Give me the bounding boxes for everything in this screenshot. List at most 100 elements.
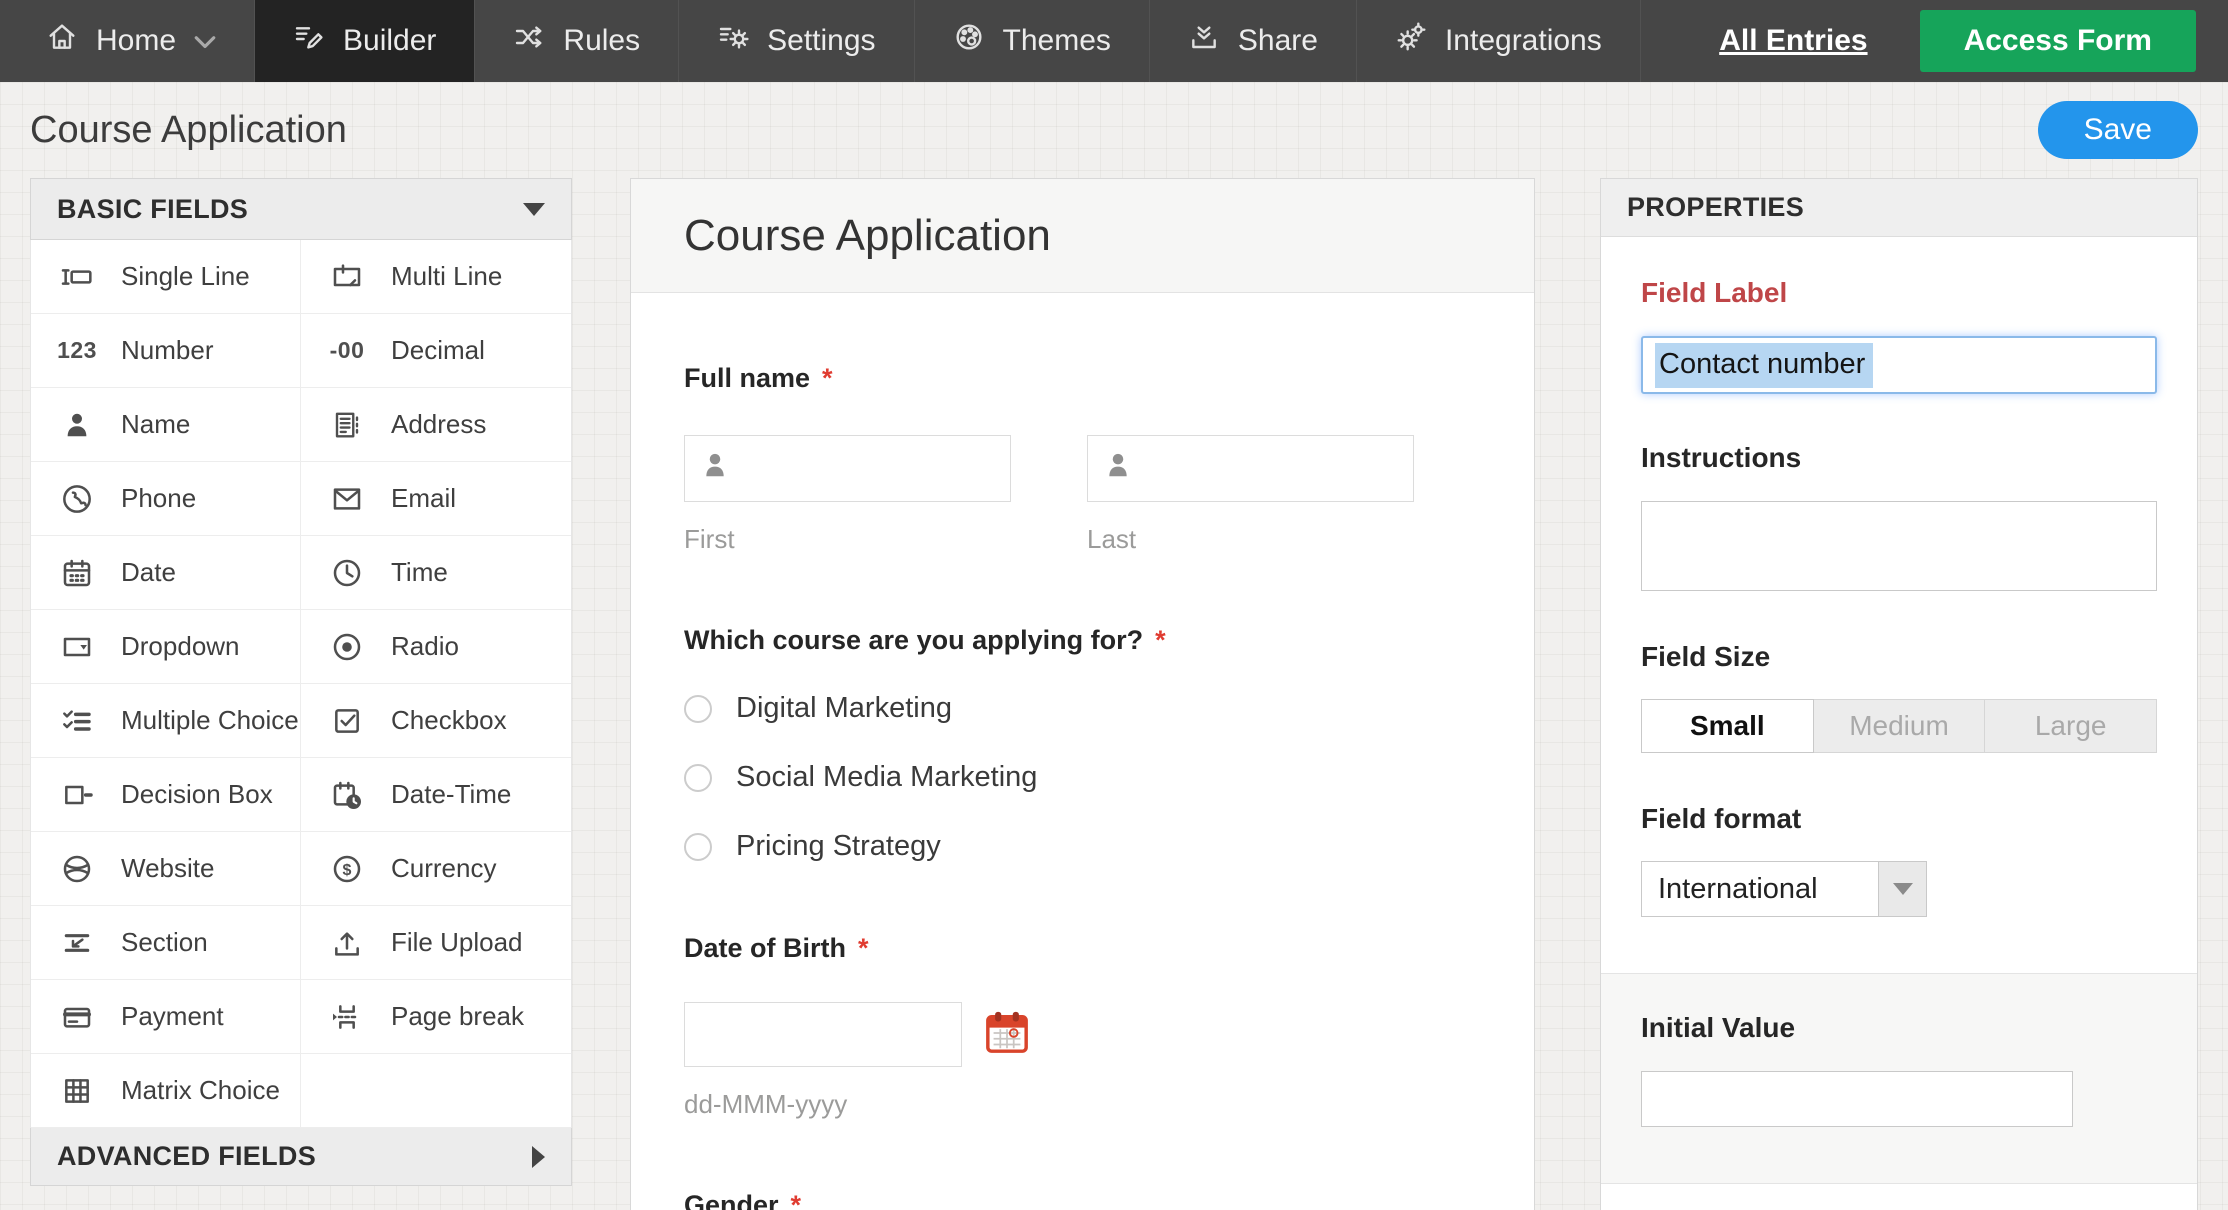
field-label: File Upload xyxy=(391,927,523,957)
course-option-digital-marketing[interactable]: Digital Marketing xyxy=(684,692,1481,725)
field-label: Decimal xyxy=(391,335,485,365)
field-label: Section xyxy=(121,927,208,957)
field-size-small[interactable]: Small xyxy=(1641,699,1814,753)
nav-item-themes[interactable]: Themes xyxy=(915,0,1150,82)
date-time-icon xyxy=(327,779,367,811)
field-label: Date-Time xyxy=(391,779,512,809)
person-icon xyxy=(1104,450,1132,487)
gender-field[interactable]: Gender* Male Female xyxy=(684,1190,1481,1210)
field-time[interactable]: Time xyxy=(301,536,571,610)
field-phone[interactable]: Phone xyxy=(31,462,301,536)
dob-field[interactable]: Date of Birth * dd-MMM-yyyy xyxy=(684,933,1481,1120)
all-entries-link[interactable]: All Entries xyxy=(1719,24,1867,58)
nav-item-share[interactable]: Share xyxy=(1150,0,1357,82)
required-asterisk: * xyxy=(822,363,833,393)
field-label-input[interactable]: Contact number xyxy=(1641,336,2157,394)
share-icon xyxy=(1188,21,1220,61)
nav-item-builder[interactable]: Builder xyxy=(255,0,476,82)
field-date-time[interactable]: Date-Time xyxy=(301,758,571,832)
field-label: Address xyxy=(391,409,487,439)
field-file-upload[interactable]: File Upload xyxy=(301,906,571,980)
field-label: Payment xyxy=(121,1001,224,1031)
field-address[interactable]: Address xyxy=(301,388,571,462)
multiple-choice-icon xyxy=(57,705,97,737)
field-size-label: Field Size xyxy=(1641,641,1771,672)
option-label: Social Media Marketing xyxy=(736,761,1038,793)
field-size-large[interactable]: Large xyxy=(1985,699,2158,753)
required-asterisk: * xyxy=(858,933,869,963)
field-label: Name xyxy=(121,409,191,439)
field-label: Decision Box xyxy=(121,779,273,809)
radio-icon[interactable] xyxy=(684,694,712,723)
initial-value-input[interactable] xyxy=(1641,1071,2073,1127)
validation-section: Validation ✓ Mandatory No Duplicates xyxy=(1601,1184,2197,1210)
nav-item-home[interactable]: Home xyxy=(0,0,256,82)
field-decision-box[interactable]: Decision Box xyxy=(31,758,301,832)
field-website[interactable]: Website xyxy=(31,832,301,906)
field-label: Single Line xyxy=(121,261,250,291)
course-option-pricing-strategy[interactable]: Pricing Strategy xyxy=(684,830,1481,863)
field-size-medium[interactable]: Medium xyxy=(1813,699,1986,753)
select-arrow-button[interactable] xyxy=(1879,861,1927,917)
nav-item-label: Settings xyxy=(767,24,876,57)
field-label: Multi Line xyxy=(391,261,503,291)
field-section[interactable]: Section xyxy=(31,906,301,980)
field-multiple-choice[interactable]: Multiple Choice xyxy=(31,684,301,758)
field-format-select[interactable]: International xyxy=(1641,861,2157,917)
access-form-button[interactable]: Access Form xyxy=(1919,10,2196,72)
basic-fields-header[interactable]: BASIC FIELDS xyxy=(30,178,572,240)
field-date[interactable]: Date xyxy=(31,536,301,610)
radio-icon[interactable] xyxy=(684,763,712,792)
save-button[interactable]: Save xyxy=(2037,101,2198,159)
date-icon xyxy=(57,557,97,589)
settings-icon xyxy=(717,21,749,61)
name-icon xyxy=(57,410,97,440)
currency-icon: $ xyxy=(327,853,367,885)
first-name-col: First xyxy=(684,435,1011,555)
field-format-label: Field format xyxy=(1641,803,1802,834)
field-name[interactable]: Name xyxy=(31,388,301,462)
field-label: Checkbox xyxy=(391,705,507,735)
full-name-field[interactable]: Full name * First Last xyxy=(684,363,1481,555)
field-number[interactable]: 123 Number xyxy=(31,314,301,388)
nav-item-rules[interactable]: Rules xyxy=(475,0,680,82)
last-name-input[interactable] xyxy=(1087,435,1414,502)
integrations-icon xyxy=(1395,21,1427,61)
section-icon xyxy=(57,927,97,959)
page-title: Course Application xyxy=(30,108,347,151)
field-dropdown[interactable]: Dropdown xyxy=(31,610,301,684)
first-name-input[interactable] xyxy=(684,435,1011,502)
properties-header: PROPERTIES xyxy=(1601,179,2197,237)
page-break-icon xyxy=(327,1001,367,1033)
field-multi-line[interactable]: Multi Line xyxy=(301,240,571,314)
last-sublabel: Last xyxy=(1087,524,1137,554)
nav-item-integrations[interactable]: Integrations xyxy=(1357,0,1641,82)
field-single-line[interactable]: Single Line xyxy=(31,240,301,314)
gender-label: Gender xyxy=(684,1190,779,1210)
field-payment[interactable]: Payment xyxy=(31,980,301,1054)
advanced-fields-header[interactable]: ADVANCED FIELDS xyxy=(30,1128,572,1186)
required-asterisk: * xyxy=(790,1190,802,1210)
field-radio[interactable]: Radio xyxy=(301,610,571,684)
instructions-label: Instructions xyxy=(1641,442,1802,473)
expand-caret-icon xyxy=(532,1145,545,1168)
field-format-value: International xyxy=(1641,861,1879,917)
home-icon xyxy=(46,21,78,61)
radio-icon[interactable] xyxy=(684,832,712,861)
course-option-social-media-marketing[interactable]: Social Media Marketing xyxy=(684,761,1481,794)
field-email[interactable]: Email xyxy=(301,462,571,536)
course-field[interactable]: Which course are you applying for? * Digi… xyxy=(684,625,1481,863)
instructions-textarea[interactable] xyxy=(1641,501,2157,591)
field-decimal[interactable]: -00 Decimal xyxy=(301,314,571,388)
nav-item-settings[interactable]: Settings xyxy=(679,0,915,82)
form-title-bar[interactable]: Course Application xyxy=(631,179,1534,293)
calendar-icon[interactable] xyxy=(984,1008,1030,1061)
field-label: Phone xyxy=(121,483,197,513)
dob-input[interactable] xyxy=(684,1002,962,1067)
nav-item-label: Home xyxy=(96,24,177,57)
field-currency[interactable]: $ Currency xyxy=(301,832,571,906)
field-checkbox[interactable]: Checkbox xyxy=(301,684,571,758)
field-label: Email xyxy=(391,483,457,513)
field-matrix-choice[interactable]: Matrix Choice xyxy=(31,1054,301,1128)
field-page-break[interactable]: Page break xyxy=(301,980,571,1054)
